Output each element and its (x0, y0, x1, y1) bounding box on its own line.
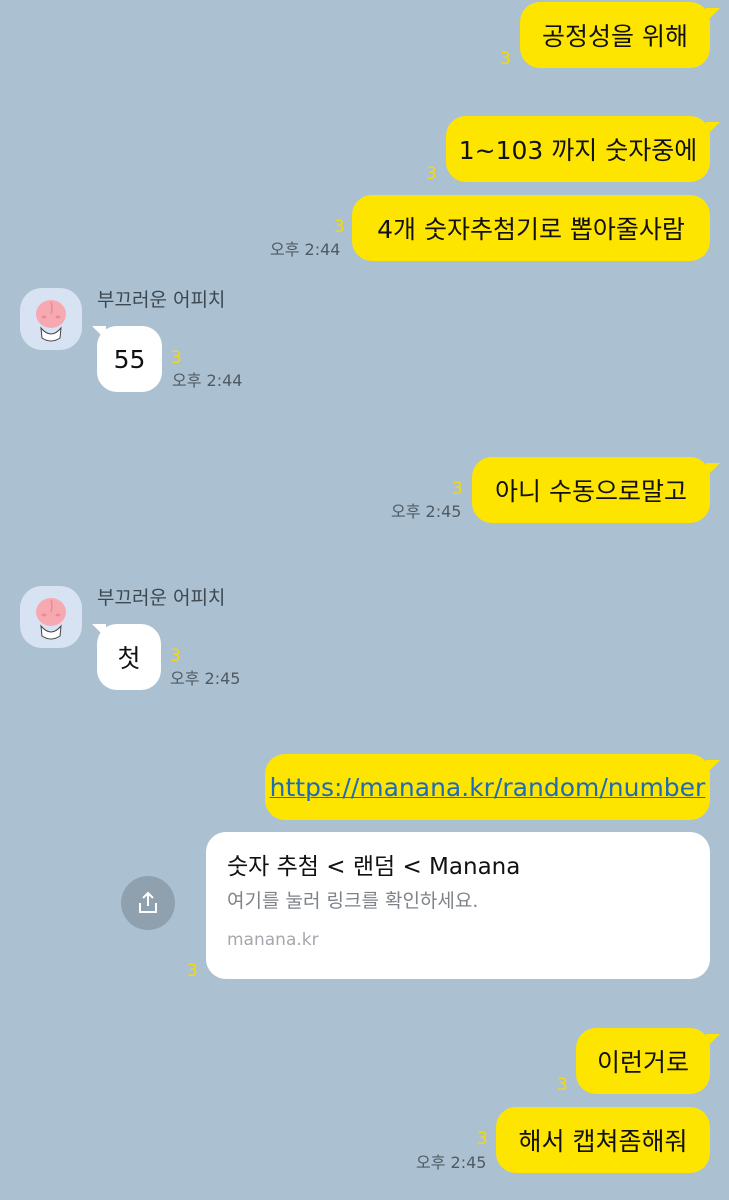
message-text: 1~103 까지 숫자중에 (458, 136, 698, 165)
their-message-bubble[interactable]: 55 (97, 326, 162, 392)
link-preview-description: 여기를 눌러 링크를 확인하세요. (227, 890, 479, 912)
bubble-tail (706, 463, 720, 477)
sender-name[interactable]: 부끄러운 어피치 (97, 291, 225, 310)
bubble-tail (706, 122, 720, 136)
link-preview-domain: manana.kr (227, 930, 319, 950)
message-text: 해서 캡쳐좀해줘 (518, 1127, 688, 1156)
my-link-message-bubble[interactable]: https://manana.kr/random/number (265, 754, 710, 820)
my-message-bubble[interactable]: 아니 수동으로말고 (472, 457, 710, 523)
bubble-tail (706, 8, 720, 22)
sender-name[interactable]: 부끄러운 어피치 (97, 589, 225, 608)
unread-count: 3 (452, 479, 463, 499)
apeach-avatar-icon-svg (36, 300, 66, 342)
my-message-bubble[interactable]: 해서 캡쳐좀해줘 (496, 1107, 710, 1173)
my-message-bubble[interactable]: 공정성을 위해 (520, 2, 710, 68)
message-text: 공정성을 위해 (542, 22, 688, 51)
unread-count: 3 (170, 646, 181, 666)
my-message-bubble[interactable]: 4개 숫자추첨기로 뽑아줄사람 (352, 195, 710, 261)
message-text: 4개 숫자추첨기로 뽑아줄사람 (377, 215, 685, 244)
message-timestamp: 오후 2:45 (170, 669, 241, 688)
my-message-bubble[interactable]: 이런거로 (576, 1028, 710, 1094)
apeach-avatar-icon-svg (36, 598, 66, 640)
share-icon (139, 891, 157, 913)
link-preview-card[interactable]: 숫자 추첨 < 랜덤 < Manana 여기를 눌러 링크를 확인하세요. ma… (206, 832, 710, 979)
bubble-tail (706, 1034, 720, 1048)
message-timestamp: 오후 2:44 (270, 240, 341, 259)
unread-count: 3 (334, 217, 345, 237)
unread-count: 3 (187, 961, 198, 981)
link-preview-title: 숫자 추첨 < 랜덤 < Manana (227, 854, 521, 880)
unread-count: 3 (171, 348, 182, 368)
message-link[interactable]: https://manana.kr/random/number (270, 773, 706, 802)
message-timestamp: 오후 2:44 (172, 371, 243, 390)
unread-count: 3 (557, 1075, 568, 1095)
unread-count: 3 (500, 49, 511, 69)
message-text: 첫 (117, 644, 141, 673)
message-text: 이런거로 (596, 1048, 689, 1077)
share-button[interactable] (121, 876, 175, 930)
unread-count: 3 (477, 1129, 488, 1149)
message-timestamp: 오후 2:45 (416, 1153, 487, 1172)
apeach-avatar-icon[interactable] (20, 586, 82, 648)
message-text: 아니 수동으로말고 (495, 477, 687, 506)
message-timestamp: 오후 2:45 (391, 502, 462, 521)
message-text: 55 (113, 344, 146, 374)
my-message-bubble[interactable]: 1~103 까지 숫자중에 (446, 116, 710, 182)
apeach-avatar-icon[interactable] (20, 288, 82, 350)
their-message-bubble[interactable]: 첫 (97, 624, 161, 690)
unread-count: 3 (426, 164, 437, 184)
bubble-tail (706, 760, 720, 774)
